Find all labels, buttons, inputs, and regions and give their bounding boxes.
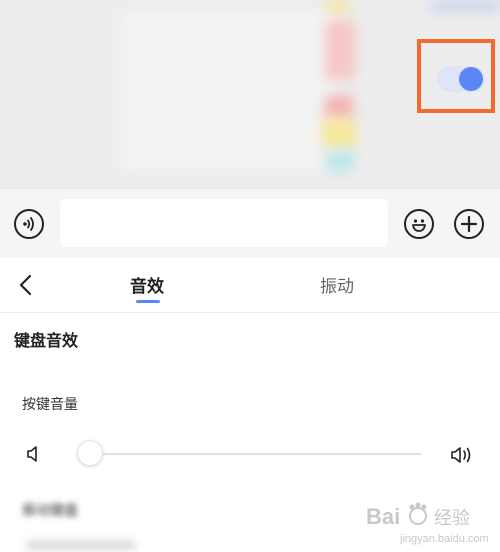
toggle-knob xyxy=(459,67,483,91)
back-button[interactable] xyxy=(14,272,40,298)
keyboard-sound-toggle[interactable] xyxy=(437,66,485,92)
tab-bar: 音效 振动 xyxy=(0,258,500,313)
blurred-chat-content xyxy=(325,20,355,80)
add-button[interactable] xyxy=(454,209,484,239)
blurred-chat-content xyxy=(322,118,356,148)
chevron-left-icon xyxy=(19,274,32,296)
key-volume-slider-thumb[interactable] xyxy=(77,440,103,466)
tab-vibration[interactable]: 振动 xyxy=(320,272,354,297)
svg-text:经验: 经验 xyxy=(434,508,470,529)
plus-icon xyxy=(460,215,478,233)
smiley-icon xyxy=(412,219,426,232)
blurred-chat-content xyxy=(430,0,500,12)
tab-sound-effects[interactable]: 音效 xyxy=(130,272,164,297)
chat-input-bar xyxy=(0,188,500,258)
message-input[interactable] xyxy=(60,199,388,247)
svg-text:jingyan.baidu.com: jingyan.baidu.com xyxy=(399,533,489,545)
voice-button[interactable] xyxy=(14,209,44,239)
baidu-jingyan-watermark: Bai 经验 jingyan.baidu.com xyxy=(360,490,500,548)
emoji-button[interactable] xyxy=(404,209,434,239)
blurred-chat-content xyxy=(120,10,340,170)
svg-text:Bai: Bai xyxy=(366,504,400,529)
blurred-setting-label: 振动键盘 xyxy=(22,503,78,519)
blurred-chat-content xyxy=(325,0,350,12)
active-tab-indicator xyxy=(136,300,160,303)
volume-high-icon xyxy=(450,444,476,466)
keyboard-sound-label: 键盘音效 xyxy=(14,331,79,350)
key-volume-slider-track[interactable] xyxy=(80,453,422,455)
volume-low-icon xyxy=(26,444,42,464)
blurred-chat-content xyxy=(325,95,353,120)
blurred-setting-row xyxy=(26,540,136,550)
voice-wave-icon xyxy=(23,217,34,231)
key-volume-label: 按键音量 xyxy=(22,397,78,413)
blurred-chat-content xyxy=(325,150,355,172)
